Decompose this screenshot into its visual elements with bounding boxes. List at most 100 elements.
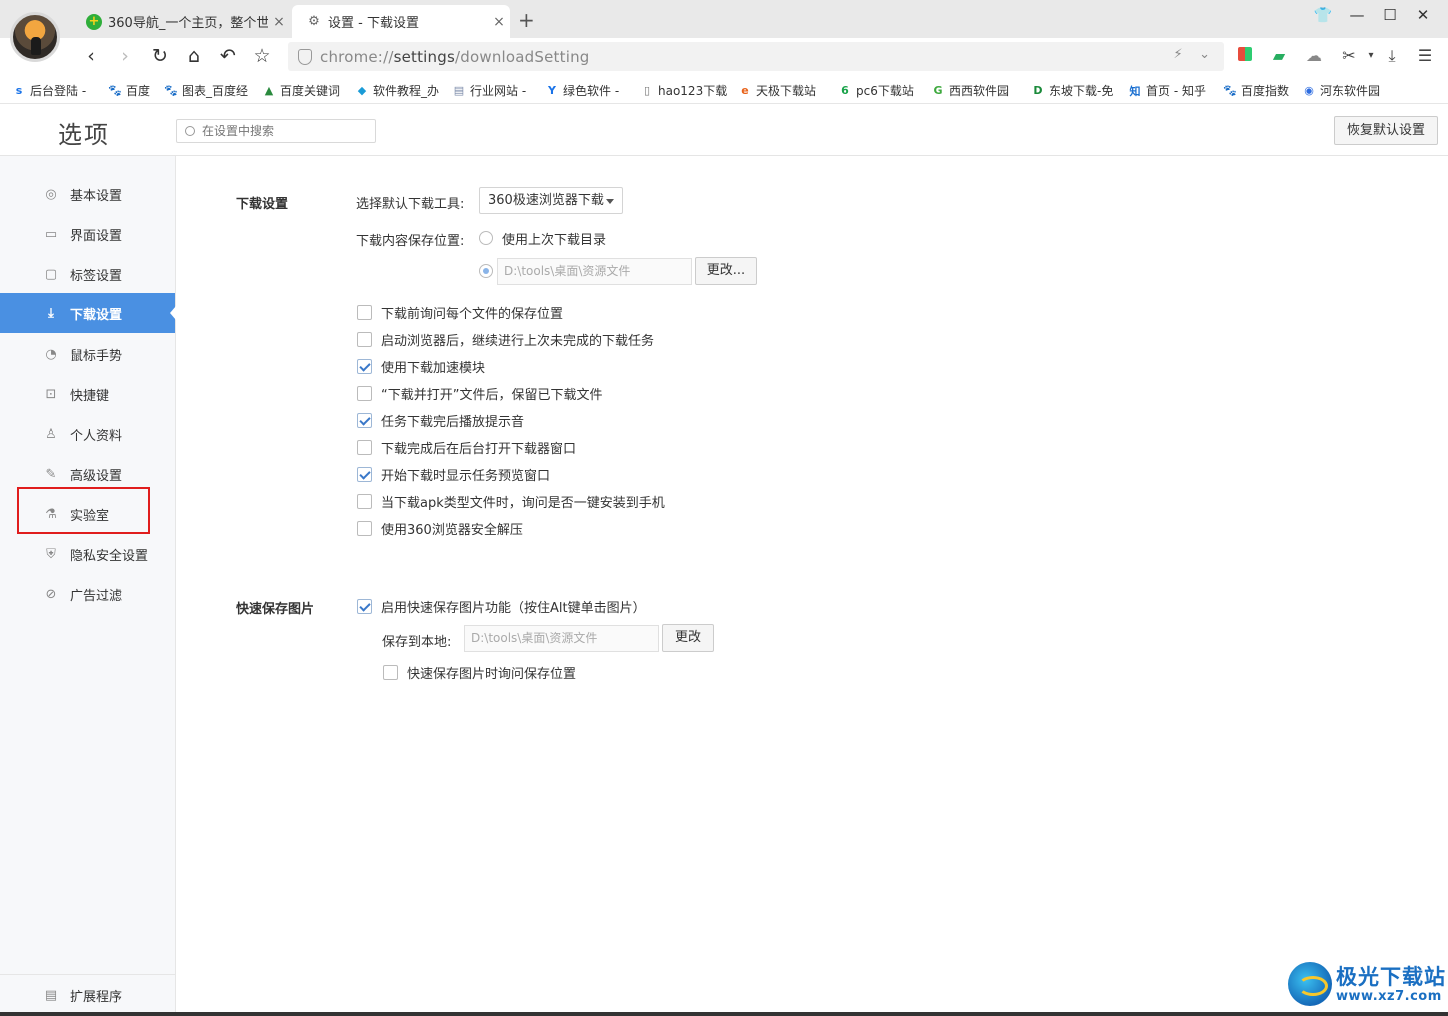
checkbox[interactable] [383, 665, 398, 680]
radio-last-dir[interactable] [479, 231, 493, 245]
quicksave-ask-option[interactable]: 快速保存图片时询问保存位置 [383, 663, 576, 682]
forward-button[interactable]: › [112, 44, 138, 68]
chat-icon[interactable]: ▰ [1268, 45, 1290, 67]
bookmark-item[interactable]: 🐾 百度 [108, 82, 150, 99]
new-tab-button[interactable]: + [518, 8, 535, 32]
bookmark-item[interactable]: G 西西软件园 [931, 82, 1009, 99]
sidebar-item-interface[interactable]: ▭ 界面设置 [0, 214, 175, 254]
checkbox[interactable] [357, 413, 372, 428]
maximize-button[interactable]: ☐ [1375, 6, 1405, 24]
quicksave-enable-option[interactable]: 启用快速保存图片功能（按住Alt键单击图片） [357, 597, 646, 616]
bookmark-item[interactable]: Y 绿色软件 - [545, 82, 619, 99]
reload-button[interactable]: ↻ [147, 44, 173, 68]
sidebar-item-basic[interactable]: ◎ 基本设置 [0, 174, 175, 214]
change-download-path-button[interactable]: 更改... [695, 257, 757, 285]
checkbox[interactable] [357, 332, 372, 347]
bookmark-item[interactable]: 🐾 百度指数 [1223, 82, 1289, 99]
close-window-button[interactable]: ✕ [1408, 6, 1438, 24]
address-bar[interactable]: chrome://settings/downloadSetting ⚡ ⌄ [288, 42, 1224, 71]
download-option[interactable]: 开始下载时显示任务预览窗口 [357, 465, 550, 484]
home-button[interactable]: ⌂ [181, 44, 207, 68]
change-quicksave-path-button[interactable]: 更改 [662, 624, 714, 652]
checkbox-label: 快速保存图片时询问保存位置 [407, 667, 577, 682]
download-option[interactable]: “下载并打开”文件后，保留已下载文件 [357, 384, 602, 403]
highlight-annotation-box [17, 487, 150, 534]
undo-close-button[interactable]: ↶ [215, 44, 241, 68]
back-button[interactable]: ‹ [78, 44, 104, 68]
checkbox[interactable] [357, 521, 372, 536]
checkbox[interactable] [357, 467, 372, 482]
download-icon[interactable]: ⤓ [1381, 45, 1403, 67]
download-option[interactable]: 启动浏览器后，继续进行上次未完成的下载任务 [357, 330, 654, 349]
user-avatar[interactable] [10, 12, 60, 62]
skin-icon[interactable]: 👕 [1308, 6, 1338, 24]
sidebar-item-label: 界面设置 [70, 228, 123, 244]
reset-defaults-button[interactable]: 恢复默认设置 [1334, 116, 1438, 145]
radio-custom-dir[interactable] [479, 264, 493, 278]
sidebar-item-privacy[interactable]: ⛨ 隐私安全设置 [0, 534, 175, 574]
sidebar-item-profile[interactable]: ♙ 个人资料 [0, 414, 175, 454]
bookmark-label: 天极下载站 [756, 84, 817, 98]
minimize-button[interactable]: — [1342, 6, 1372, 24]
bookmark-favicon-icon: ▤ [453, 84, 465, 97]
bookmark-favicon-icon: 6 [841, 84, 849, 97]
checkbox[interactable] [357, 386, 372, 401]
watermark-logo-icon [1288, 962, 1332, 1006]
sidebar-item-extensions[interactable]: ▤ 扩展程序 [0, 975, 175, 1015]
bookmark-item[interactable]: ◉ 河东软件园 [1302, 82, 1380, 99]
sidebar-item-download[interactable]: ⤓ 下载设置 [0, 293, 176, 333]
tab-settings[interactable]: ⚙ 设置 - 下载设置 × [292, 5, 510, 38]
cloud-icon[interactable]: ☁ [1303, 45, 1325, 67]
mouse-icon: ◔ [45, 346, 57, 362]
bookmark-star-button[interactable]: ☆ [249, 44, 275, 68]
checkbox[interactable] [357, 305, 372, 320]
bookmark-item[interactable]: ▲ 百度关键词 [262, 82, 340, 99]
lightning-icon[interactable]: ⚡ ⌄ [1173, 47, 1210, 62]
bookmark-item[interactable]: e 天极下载站 [738, 82, 816, 99]
checkbox[interactable] [357, 359, 372, 374]
checkbox[interactable] [357, 599, 372, 614]
download-option[interactable]: 使用下载加速模块 [357, 357, 485, 376]
sidebar-item-shortcuts[interactable]: ⊡ 快捷键 [0, 374, 175, 414]
menu-icon[interactable]: ☰ [1414, 45, 1436, 67]
sidebar-item-mouse-gesture[interactable]: ◔ 鼠标手势 [0, 334, 175, 374]
bookmark-item[interactable]: ◆ 软件教程_办 [355, 82, 439, 99]
apps-icon[interactable] [1234, 45, 1256, 67]
sidebar-item-tabs[interactable]: ▢ 标签设置 [0, 254, 175, 294]
bookmark-label: 西西软件园 [949, 84, 1010, 98]
bookmark-label: 首页 - 知乎 [1146, 84, 1206, 98]
default-tool-select[interactable]: 360极速浏览器下载 [479, 187, 623, 214]
sidebar-item-label: 标签设置 [70, 268, 123, 284]
close-tab-icon[interactable]: × [488, 14, 510, 30]
checkbox[interactable] [357, 440, 372, 455]
chevron-down-icon[interactable]: ▾ [1360, 45, 1382, 67]
checkbox-label: 使用下载加速模块 [381, 361, 486, 376]
settings-header: 选项 恢复默认设置 [0, 105, 1448, 156]
download-option[interactable]: 下载前询问每个文件的保存位置 [357, 303, 563, 322]
bookmark-item[interactable]: D 东坡下载-免 [1031, 82, 1113, 99]
checkbox[interactable] [357, 494, 372, 509]
download-path-field[interactable]: D:\tools\桌面\资源文件 [497, 258, 692, 285]
tab-360-nav[interactable]: + 360导航_一个主页，整个世界 × [72, 5, 290, 38]
close-tab-icon[interactable]: × [268, 14, 290, 30]
download-option[interactable]: 当下载apk类型文件时，询问是否一键安装到手机 [357, 492, 665, 511]
bookmark-item[interactable]: ▤ 行业网站 - [452, 82, 526, 99]
chevron-down-icon [606, 199, 614, 204]
bookmark-item[interactable]: 6 pc6下载站 [838, 82, 914, 99]
sidebar-item-ad-filter[interactable]: ⊘ 广告过滤 [0, 574, 175, 614]
taskbar-edge [0, 1012, 1448, 1016]
search-input[interactable] [202, 124, 362, 138]
download-option[interactable]: 下载完成后在后台打开下载器窗口 [357, 438, 576, 457]
download-option[interactable]: 使用360浏览器安全解压 [357, 519, 523, 538]
settings-search[interactable] [176, 119, 376, 143]
settings-circle-icon: ◎ [45, 186, 57, 202]
download-option[interactable]: 任务下载完后播放提示音 [357, 411, 524, 430]
bookmark-item[interactable]: 🐾 图表_百度经 [164, 82, 248, 99]
scissors-icon[interactable]: ✂ [1338, 45, 1360, 67]
bookmark-item[interactable]: s 后台登陆 - [12, 82, 86, 99]
bookmark-item[interactable]: 知首页 - 知乎 [1128, 82, 1206, 99]
quicksave-path-field[interactable]: D:\tools\桌面\资源文件 [464, 625, 659, 652]
person-icon: ♙ [45, 426, 57, 442]
bookmark-item[interactable]: ▯ hao123下载 [640, 82, 727, 99]
watermark: 极光下载站 www.xz7.com [1288, 962, 1446, 1006]
